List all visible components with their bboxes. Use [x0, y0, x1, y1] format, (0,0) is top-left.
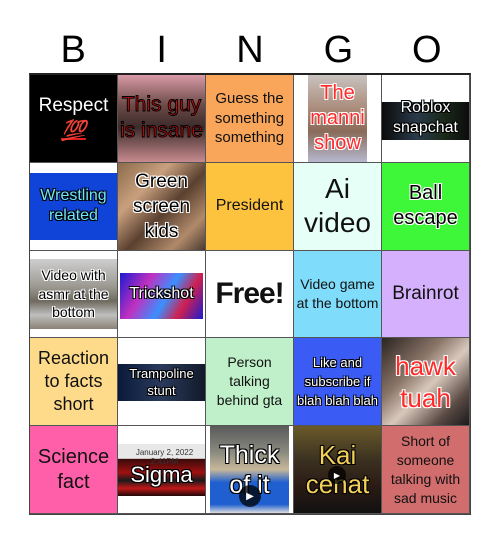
- bingo-cell-ball-escape[interactable]: Ball escape: [382, 162, 470, 251]
- cell-label: Wrestling related: [40, 187, 107, 225]
- cell-label: President: [215, 197, 284, 215]
- image-date-caption: January 2, 2022 2:41PM: [135, 448, 194, 467]
- bingo-cell-trickshot[interactable]: Trickshot: [118, 250, 206, 339]
- cell-label: Ball escape: [393, 182, 458, 230]
- bingo-board: Respect 💯 This guy is insane Guess the s…: [29, 73, 471, 515]
- cell-label: hawk tuah: [395, 350, 456, 413]
- bingo-cell-thick-of-it[interactable]: ▶ Thick of it: [206, 426, 294, 514]
- cell-label: Respect: [38, 94, 109, 116]
- cell-label: Trickshot: [129, 284, 194, 302]
- header-letter-i: I: [156, 29, 167, 71]
- header-letter-g: G: [323, 29, 354, 71]
- cell-label: This guy is insane: [120, 93, 204, 143]
- header-letter-n: N: [236, 29, 264, 71]
- free-space-label: Free!: [215, 276, 284, 310]
- bingo-cell-short-sad-music[interactable]: Short of someone talking with sad music: [382, 426, 470, 514]
- cell-label: Like and subscribe if blah blah blah: [297, 355, 378, 409]
- bingo-cell-wrestling-related[interactable]: Wrestling related: [30, 162, 118, 251]
- cell-label: Science fact: [37, 445, 110, 493]
- cell-label: Video with asmr at the bottom: [38, 267, 109, 321]
- play-icon: ▶: [239, 485, 261, 507]
- bingo-cell-trampoline-stunt[interactable]: Trampoline stunt: [118, 338, 206, 427]
- hundred-points-icon: 💯: [61, 119, 86, 142]
- bingo-cell-kai-cenat[interactable]: ▶ Kai cenat: [294, 426, 382, 514]
- bingo-cell-video-game-at-bottom[interactable]: Video game at the bottom: [294, 250, 382, 339]
- cell-label: Short of someone talking with sad music: [390, 432, 461, 506]
- cell-label: Green screen kids: [132, 170, 191, 242]
- cell-label: Roblox snapchat: [393, 99, 458, 137]
- bingo-cell-science-fact[interactable]: Science fact: [30, 426, 118, 514]
- cell-label: Reaction to facts short: [37, 348, 110, 415]
- bingo-cell-person-talking-behind-gta[interactable]: Person talking behind gta: [206, 338, 294, 427]
- cell-label: Video game at the bottom: [296, 275, 379, 311]
- bingo-cell-hawk-tuah[interactable]: hawk tuah: [382, 338, 470, 427]
- bingo-cell-roblox-snapchat[interactable]: Roblox snapchat: [382, 75, 470, 163]
- cell-label: Brainrot: [392, 282, 459, 304]
- bingo-header: B I N G O: [29, 28, 471, 73]
- cell-label: The manni show: [310, 81, 365, 154]
- bingo-cell-guess-the-something[interactable]: Guess the something something: [206, 75, 294, 163]
- header-letter-b: B: [60, 29, 86, 71]
- bingo-cell-this-guy-is-insane[interactable]: This guy is insane: [118, 75, 206, 163]
- header-letter-o: O: [412, 29, 442, 71]
- bingo-cell-free[interactable]: Free!: [206, 250, 294, 339]
- bingo-cell-sigma[interactable]: January 2, 2022 2:41PM Sigma: [118, 426, 206, 514]
- cell-label: Guess the something something: [214, 90, 285, 147]
- bingo-cell-like-and-subscribe[interactable]: Like and subscribe if blah blah blah: [294, 338, 382, 427]
- bingo-cell-respect[interactable]: Respect 💯: [30, 75, 118, 163]
- bingo-cell-manni-show[interactable]: The manni show: [294, 75, 382, 163]
- bingo-cell-brainrot[interactable]: Brainrot: [382, 250, 470, 339]
- cell-label: Trampoline stunt: [129, 365, 194, 398]
- bingo-cell-video-with-asmr[interactable]: Video with asmr at the bottom: [30, 250, 118, 339]
- bingo-cell-ai-video[interactable]: Ai video: [294, 162, 382, 251]
- bingo-cell-green-screen-kids[interactable]: Green screen kids: [118, 162, 206, 251]
- cell-label: Person talking behind gta: [216, 354, 283, 409]
- bingo-cell-president[interactable]: President: [206, 162, 294, 251]
- bingo-cell-reaction-to-facts[interactable]: Reaction to facts short: [30, 338, 118, 427]
- cell-label: Ai video: [304, 173, 371, 239]
